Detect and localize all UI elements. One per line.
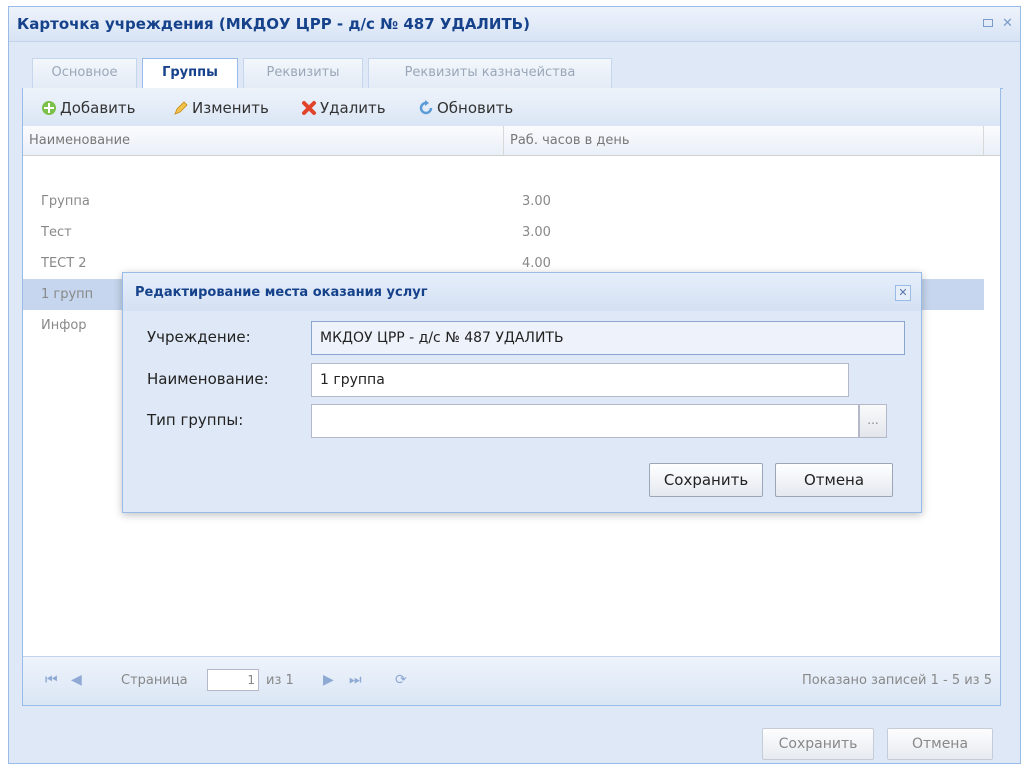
window-tools: ✕: [979, 16, 1014, 31]
prev-page-icon[interactable]: ◀: [71, 672, 82, 688]
window-title: Карточка учреждения (МКДОУ ЦРР - д/с № 4…: [17, 15, 530, 33]
page-label: Страница: [121, 673, 188, 688]
save-button[interactable]: Сохранить: [762, 728, 874, 760]
add-button[interactable]: Добавить: [41, 97, 136, 119]
cell-hours: 3.00: [522, 225, 551, 240]
add-label: Добавить: [60, 99, 136, 117]
column-header-name[interactable]: Наименование: [23, 126, 504, 155]
refresh-button[interactable]: Обновить: [418, 97, 513, 119]
institution-label: Учреждение:: [147, 328, 251, 346]
next-page-icon[interactable]: ▶: [323, 672, 334, 688]
delete-label: Удалить: [320, 99, 386, 117]
cell-hours: 3.00: [522, 194, 551, 209]
refresh-icon[interactable]: ⟳: [395, 672, 407, 688]
group-type-field[interactable]: [311, 404, 859, 438]
name-field[interactable]: 1 группа: [311, 363, 849, 397]
tab-main[interactable]: Основное: [32, 58, 137, 88]
cell-name: Инфор: [41, 318, 87, 333]
tab-treasury-requisites[interactable]: Реквизиты казначейства: [368, 58, 612, 88]
grid-header: Наименование Раб. часов в день: [23, 126, 1000, 156]
tab-requisites[interactable]: Реквизиты: [243, 58, 363, 88]
table-row[interactable]: Тест 3.00: [23, 217, 984, 248]
close-icon[interactable]: ✕: [895, 285, 911, 301]
refresh-icon: [419, 100, 433, 115]
tab-groups[interactable]: Группы: [142, 58, 238, 89]
first-page-icon[interactable]: ⏮: [45, 672, 58, 688]
institution-field: МКДОУ ЦРР - д/с № 487 УДАЛИТЬ: [311, 321, 905, 355]
edit-button[interactable]: Изменить: [173, 97, 269, 119]
edit-location-dialog: Редактирование места оказания услуг ✕ Уч…: [122, 272, 922, 513]
group-type-trigger[interactable]: ...: [859, 404, 887, 438]
cell-name: ТЕСТ 2: [41, 256, 87, 271]
table-row[interactable]: Группа 3.00: [23, 186, 984, 217]
dialog-header: Редактирование места оказания услуг ✕: [123, 273, 921, 311]
dialog-cancel-button[interactable]: Отмена: [775, 463, 893, 497]
refresh-label: Обновить: [437, 99, 514, 117]
pencil-icon: [174, 101, 188, 115]
last-page-icon[interactable]: ⏭: [349, 672, 362, 688]
records-summary: Показано записей 1 - 5 из 5: [802, 673, 992, 688]
group-type-label: Тип группы:: [147, 411, 244, 429]
maximize-icon[interactable]: [982, 19, 993, 27]
close-icon[interactable]: ✕: [1001, 17, 1014, 30]
page-count-label: из 1: [266, 673, 294, 688]
column-header-hours[interactable]: Раб. часов в день: [504, 126, 984, 155]
dialog-save-button[interactable]: Сохранить: [649, 463, 763, 497]
page-number-input[interactable]: [207, 669, 259, 691]
cancel-button[interactable]: Отмена: [887, 728, 993, 760]
grid-toolbar: Добавить Изменить Удалить Обновить: [23, 88, 1000, 127]
tab-strip: Основное Группы Реквизиты Реквизиты казн…: [22, 54, 1003, 89]
delete-button[interactable]: Удалить: [301, 97, 386, 119]
cell-name: Тест: [41, 225, 72, 240]
dialog-title: Редактирование места оказания услуг: [135, 285, 428, 300]
add-icon: [42, 101, 56, 115]
window-header: Карточка учреждения (МКДОУ ЦРР - д/с № 4…: [9, 7, 1020, 42]
delete-icon: [302, 101, 316, 115]
cell-name: Группа: [41, 194, 90, 209]
cell-name: 1 групп: [41, 287, 94, 302]
edit-label: Изменить: [192, 99, 269, 117]
paging-toolbar: ⏮ ◀ Страница из 1 ▶ ⏭ ⟳ Показано записей…: [23, 656, 1000, 705]
dialog-form: Учреждение: МКДОУ ЦРР - д/с № 487 УДАЛИТ…: [133, 311, 911, 438]
name-label: Наименование:: [147, 370, 269, 388]
